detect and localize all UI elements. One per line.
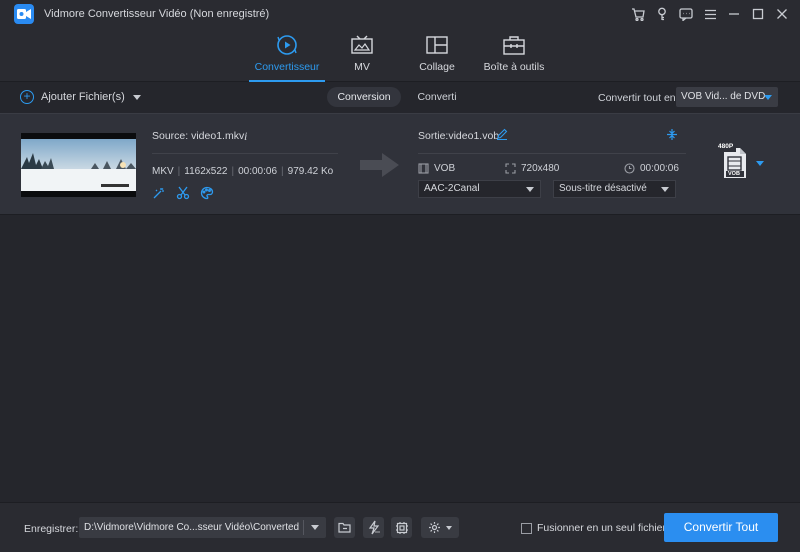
toolbar: + Ajouter Fichier(s) Conversion Converti… (0, 83, 800, 111)
divider (418, 153, 686, 154)
hardware-accel-button[interactable] (363, 517, 384, 538)
folder-icon (338, 522, 351, 533)
bottom-bar: Enregistrer: D:\Vidmore\Vidmore Co...sse… (0, 502, 800, 552)
audio-track-select[interactable]: AAC-2Canal (418, 180, 541, 198)
clock-icon (624, 163, 635, 174)
resize-icon (505, 163, 516, 174)
badge-format: VOB (728, 171, 740, 177)
source-filename: Source: video1.mkv (152, 130, 245, 142)
badge-quality: 480P (718, 143, 734, 150)
open-folder-button[interactable] (334, 517, 355, 538)
feedback-icon[interactable] (674, 0, 698, 28)
subtitle-value: Sous-titre désactivé (559, 183, 647, 194)
edit-tools (152, 186, 214, 203)
merge-label: Fusionner en un seul fichier (537, 522, 666, 534)
convert-icon (247, 34, 327, 56)
edit-name-icon[interactable] (496, 128, 508, 143)
output-format-value: VOB (434, 163, 456, 174)
source-format: MKV (152, 166, 174, 177)
tab-mv[interactable]: MV (322, 34, 402, 82)
toolbox-icon (474, 34, 554, 56)
mv-icon (322, 34, 402, 56)
arrow-right-icon (360, 152, 400, 181)
film-icon (418, 163, 429, 174)
segment-conversion[interactable]: Conversion (327, 87, 401, 107)
chevron-down-icon (311, 525, 319, 530)
compress-icon[interactable] (666, 128, 678, 144)
output-duration: 00:00:06 (624, 163, 679, 174)
output-filename: Sortie:video1.vob (418, 130, 500, 142)
tab-label: Collage (419, 61, 455, 73)
maximize-icon[interactable] (746, 0, 770, 28)
window-controls (626, 0, 800, 28)
tab-converter[interactable]: Convertisseur (247, 34, 327, 82)
convert-all-select[interactable]: VOB Vid... de DVD (676, 87, 778, 107)
enhance-icon[interactable] (152, 186, 166, 203)
cpu-off-icon (395, 521, 408, 534)
settings-button[interactable] (421, 517, 459, 538)
merge-checkbox[interactable] (521, 522, 532, 534)
cart-icon[interactable] (626, 0, 650, 28)
close-icon[interactable] (770, 0, 794, 28)
chevron-down-icon[interactable] (132, 94, 141, 100)
tab-toolbox[interactable]: Boîte à outils (474, 34, 554, 82)
gpu-accel-button[interactable] (391, 517, 412, 538)
tab-label: Boîte à outils (483, 61, 545, 73)
main-nav: Convertisseur MV Collage Boîte à outils (0, 28, 800, 82)
chevron-down-icon (446, 525, 452, 530)
key-icon[interactable] (650, 0, 674, 28)
tab-collage[interactable]: Collage (397, 34, 477, 82)
title-bar: Vidmore Convertisseur Vidéo (Non enregis… (0, 0, 800, 28)
add-files-button[interactable]: + Ajouter Fichier(s) (20, 90, 141, 104)
info-icon[interactable]: i (244, 129, 247, 144)
menu-icon[interactable] (698, 0, 722, 28)
app-logo-icon (14, 4, 34, 24)
save-to-label: Enregistrer: (24, 523, 79, 535)
chevron-down-icon (764, 95, 772, 100)
tab-label: Convertisseur (254, 61, 320, 73)
divider (152, 153, 338, 154)
chevron-down-icon (661, 187, 669, 192)
video-thumbnail[interactable] (21, 133, 136, 197)
add-icon: + (20, 90, 34, 104)
save-path-value: D:\Vidmore\Vidmore Co...sseur Vidéo\Conv… (84, 522, 300, 533)
output-resolution: 720x480 (505, 163, 559, 174)
add-files-label: Ajouter Fichier(s) (41, 91, 125, 103)
subtitle-select[interactable]: Sous-titre désactivé (553, 180, 676, 198)
palette-icon[interactable] (200, 186, 214, 203)
cut-icon[interactable] (176, 186, 190, 203)
collage-icon (397, 34, 477, 56)
source-meta: MKV | 1162x522 | 00:00:06 | 979.42 Ko (152, 166, 334, 177)
audio-track-value: AAC-2Canal (424, 183, 480, 194)
chevron-down-icon[interactable] (756, 161, 764, 166)
file-item: Source: video1.mkv i MKV | 1162x522 | 00:0… (0, 113, 800, 215)
tab-label: MV (354, 61, 370, 73)
convert-all-button[interactable]: Convertir Tout (664, 513, 778, 542)
window-title: Vidmore Convertisseur Vidéo (Non enregis… (44, 8, 270, 20)
output-resolution-value: 720x480 (521, 163, 560, 174)
flash-off-icon (368, 520, 380, 535)
source-duration: 00:00:06 (238, 166, 278, 177)
source-size: 979.42 Ko (287, 166, 334, 177)
output-duration-value: 00:00:06 (640, 163, 679, 174)
save-path-select[interactable]: D:\Vidmore\Vidmore Co...sseur Vidéo\Conv… (79, 517, 326, 538)
merge-option[interactable]: Fusionner en un seul fichier (521, 522, 666, 534)
convert-all-value: VOB Vid... de DVD (681, 91, 766, 102)
chevron-down-icon (526, 187, 534, 192)
output-format-badge[interactable]: 480P VOB (718, 143, 750, 180)
output-format: VOB (418, 163, 455, 174)
gear-icon (429, 522, 440, 533)
segment-converted[interactable]: Converti (412, 87, 462, 107)
source-resolution: 1162x522 (184, 166, 228, 177)
convert-all-label: Convertir tout en: (598, 92, 679, 104)
minimize-icon[interactable] (722, 0, 746, 28)
